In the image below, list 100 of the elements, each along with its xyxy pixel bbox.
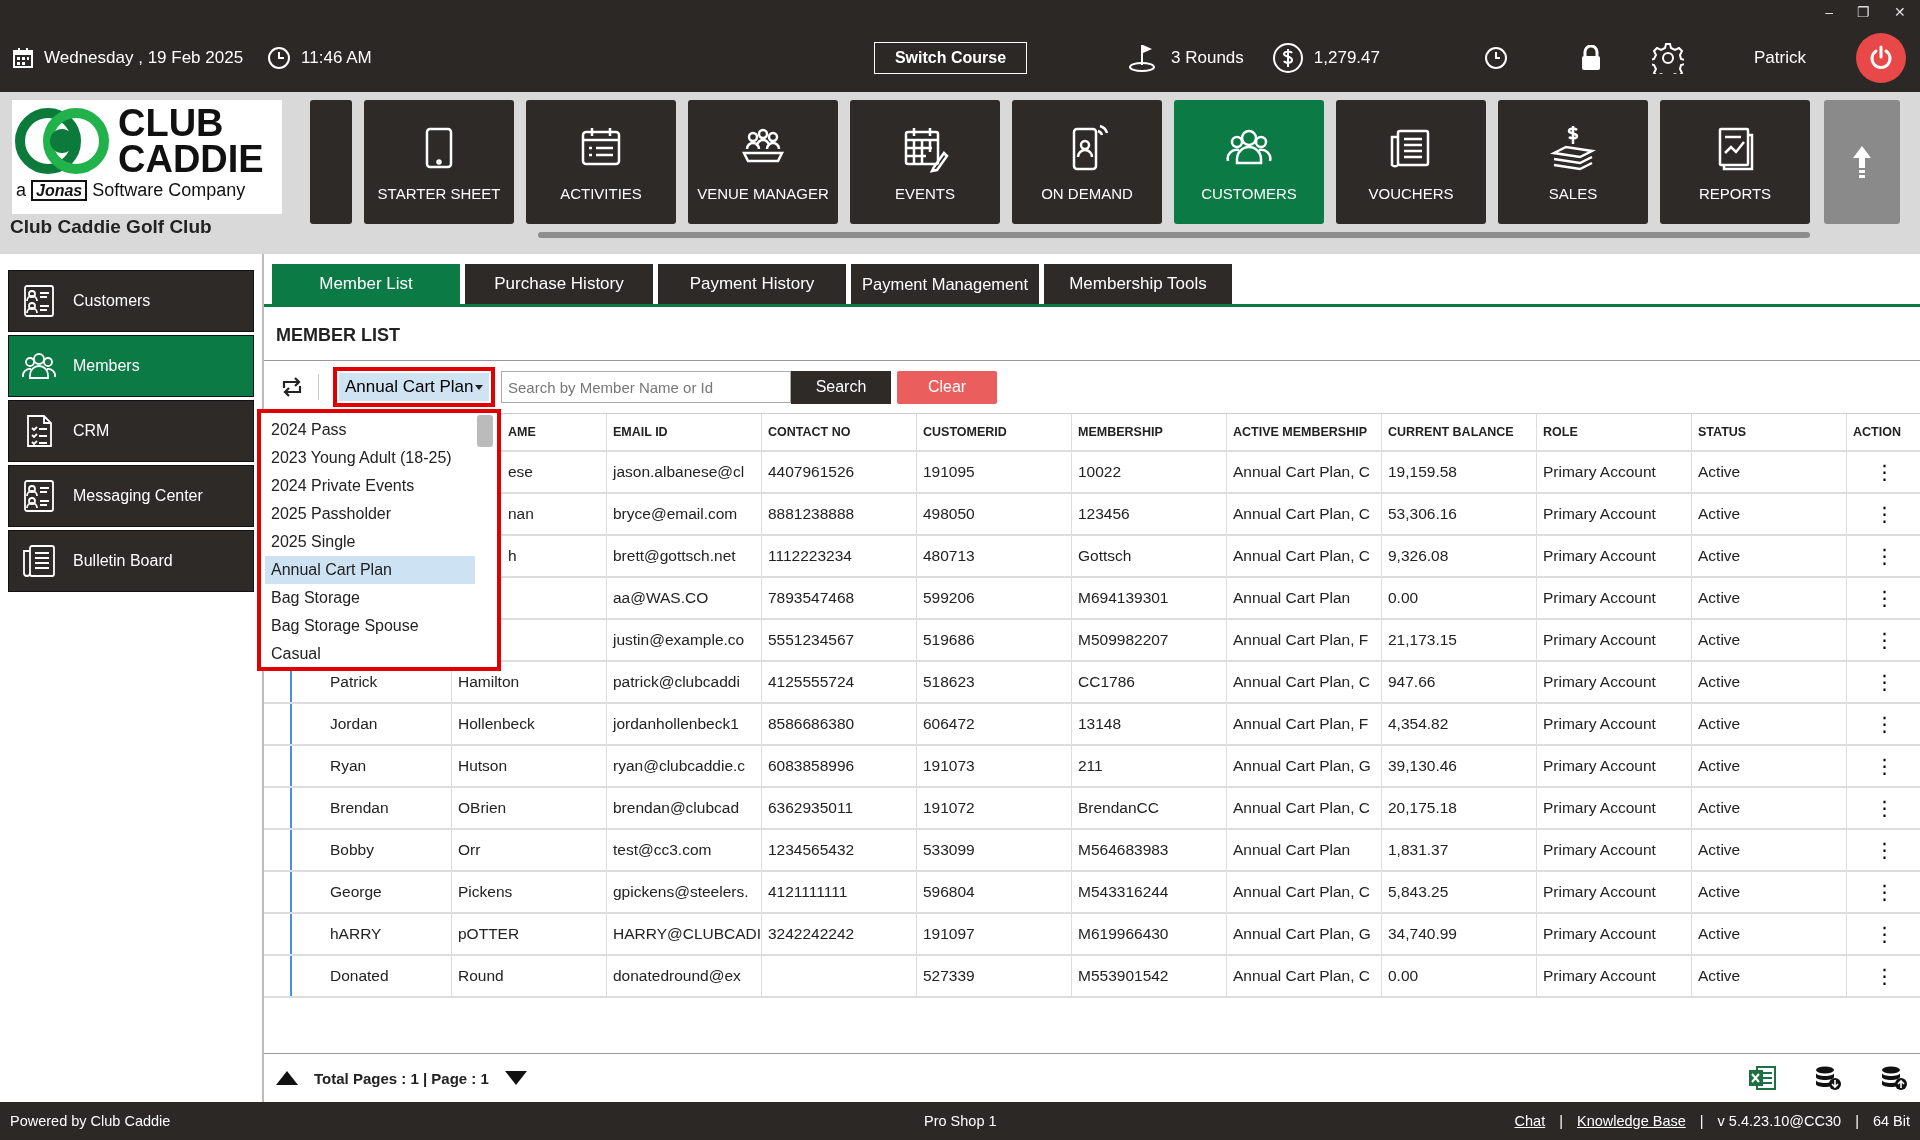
table-cell: Primary Account — [1543, 799, 1656, 817]
dropdown-option[interactable]: 2024 Pass — [265, 416, 475, 444]
membership-dropdown[interactable]: Annual Cart Plan — [339, 373, 489, 401]
rounds-text: 3 Rounds — [1171, 48, 1244, 68]
power-button[interactable] — [1856, 33, 1906, 83]
dropdown-option[interactable]: Annual Cart Plan — [265, 556, 475, 584]
scrollbar-thumb[interactable] — [477, 415, 493, 447]
tab[interactable]: Purchase History — [465, 264, 653, 304]
tab[interactable]: Member List — [272, 264, 460, 304]
sidebar-item[interactable]: Bulletin Board — [8, 530, 254, 592]
column-header: EMAIL ID — [613, 425, 668, 439]
action-menu-button[interactable]: ⋮ — [1870, 544, 1899, 568]
action-menu-button[interactable]: ⋮ — [1870, 670, 1899, 694]
table-cell: Active — [1698, 799, 1741, 817]
table-cell: Primary Account — [1543, 841, 1656, 859]
column-header: STATUS — [1698, 425, 1747, 439]
table-cell: brett@gottsch.net — [613, 547, 736, 565]
action-menu-button[interactable]: ⋮ — [1870, 964, 1899, 988]
nav-tile[interactable]: VENUE MANAGER — [688, 100, 838, 224]
refresh-icon[interactable] — [280, 376, 304, 398]
table-cell: Active — [1698, 631, 1741, 649]
switch-course-button[interactable]: Switch Course — [873, 42, 1028, 74]
previous-page-icon[interactable] — [276, 1071, 298, 1085]
table-cell: 5,843.25 — [1388, 883, 1449, 901]
action-menu-button[interactable]: ⋮ — [1870, 754, 1899, 778]
action-menu-button[interactable]: ⋮ — [1870, 460, 1899, 484]
table-cell: Primary Account — [1543, 925, 1656, 943]
table-cell: 596804 — [923, 883, 975, 901]
dropdown-option[interactable]: 2025 Passholder — [265, 500, 475, 528]
sidebar-item[interactable]: Messaging Center — [8, 465, 254, 527]
sidebar-item[interactable]: Members — [8, 335, 254, 397]
news-icon — [21, 543, 57, 579]
search-field[interactable]: Search by Member Name or Id — [501, 371, 791, 403]
lock-icon[interactable] — [1580, 45, 1602, 71]
window-control[interactable]: ❐ — [1857, 4, 1870, 28]
nav-tile[interactable]: ACTIVITIES — [526, 100, 676, 224]
table-cell: Annual Cart Plan, C — [1233, 967, 1370, 985]
action-menu-button[interactable]: ⋮ — [1870, 922, 1899, 946]
nav-tile[interactable]: EVENTS — [850, 100, 1000, 224]
power-icon — [1868, 45, 1894, 71]
table-cell: 5551234567 — [768, 631, 855, 649]
tab[interactable]: Membership Tools — [1044, 264, 1232, 304]
table-cell: Annual Cart Plan, C — [1233, 799, 1370, 817]
table-cell: OBrien — [458, 799, 507, 817]
table-cell: Primary Account — [1543, 757, 1656, 775]
nav-tile[interactable]: VOUCHERS — [1336, 100, 1486, 224]
scrollbar[interactable] — [538, 232, 1810, 238]
action-menu-button[interactable]: ⋮ — [1870, 880, 1899, 904]
window-control[interactable]: ✕ — [1894, 4, 1906, 28]
table-cell: BrendanCC — [1078, 799, 1159, 817]
nav-tile[interactable]: SALES — [1498, 100, 1648, 224]
sidebar-item[interactable]: Customers — [8, 270, 254, 332]
table-cell: 4407961526 — [768, 463, 855, 481]
action-menu-button[interactable]: ⋮ — [1870, 838, 1899, 862]
sidebar-item[interactable]: CRM — [8, 400, 254, 462]
knowledge-base-link[interactable]: Knowledge Base — [1576, 1113, 1686, 1129]
table-cell: nan — [508, 505, 534, 523]
table-cell: 191072 — [923, 799, 975, 817]
action-menu-button[interactable]: ⋮ — [1870, 586, 1899, 610]
action-menu-button[interactable]: ⋮ — [1870, 502, 1899, 526]
table-cell: Patrick — [330, 673, 378, 691]
table-cell: Orr — [458, 841, 481, 859]
clock-icon — [267, 46, 292, 70]
dropdown-option[interactable]: 2025 Single — [265, 528, 475, 556]
scroll-up-button[interactable] — [1824, 100, 1900, 224]
calendar-icon — [12, 47, 34, 69]
dropdown-option[interactable]: Bag Storage — [265, 584, 475, 612]
table-cell: M694139301 — [1078, 589, 1169, 607]
chat-link[interactable]: Chat — [1514, 1113, 1546, 1129]
action-menu-button[interactable]: ⋮ — [1870, 796, 1899, 820]
next-page-icon[interactable] — [504, 1071, 527, 1085]
nav-tile[interactable]: STARTER SHEET — [364, 100, 514, 224]
tab[interactable]: Payment History — [658, 264, 846, 304]
nav-tile[interactable] — [310, 100, 352, 224]
database-download-icon[interactable] — [1814, 1065, 1842, 1091]
table-cell: Jordan — [330, 715, 378, 733]
window-control[interactable]: – — [1825, 4, 1833, 28]
nav-tile[interactable]: REPORTS — [1660, 100, 1810, 224]
settings-icon[interactable] — [1652, 42, 1684, 74]
dropdown-option[interactable]: Bag Storage Spouse — [265, 612, 475, 640]
table-cell: 10022 — [1078, 463, 1122, 481]
table-cell: patrick@clubcaddi — [613, 673, 740, 691]
nav-tile[interactable]: CUSTOMERS — [1174, 100, 1324, 224]
table-cell: pOTTER — [458, 925, 520, 943]
table-cell: 6083858996 — [768, 757, 855, 775]
search-button[interactable]: Search — [791, 370, 891, 404]
dropdown-option[interactable]: 2024 Private Events — [265, 472, 475, 500]
excel-icon[interactable] — [1748, 1065, 1776, 1091]
table-cell: M564683983 — [1078, 841, 1169, 859]
table-cell: Annual Cart Plan, C — [1233, 673, 1370, 691]
clock-icon[interactable] — [1484, 46, 1508, 70]
dropdown-option[interactable]: Casual — [265, 640, 475, 668]
table-cell: CC1786 — [1078, 673, 1135, 691]
time-text: 11:46 AM — [301, 48, 372, 68]
tab[interactable]: Payment Management — [851, 264, 1039, 304]
nav-tile[interactable]: ON DEMAND — [1012, 100, 1162, 224]
action-menu-button[interactable]: ⋮ — [1870, 628, 1899, 652]
dropdown-option[interactable]: 2023 Young Adult (18-25) — [265, 444, 475, 472]
action-menu-button[interactable]: ⋮ — [1870, 712, 1899, 736]
database-upload-icon[interactable] — [1880, 1065, 1908, 1091]
